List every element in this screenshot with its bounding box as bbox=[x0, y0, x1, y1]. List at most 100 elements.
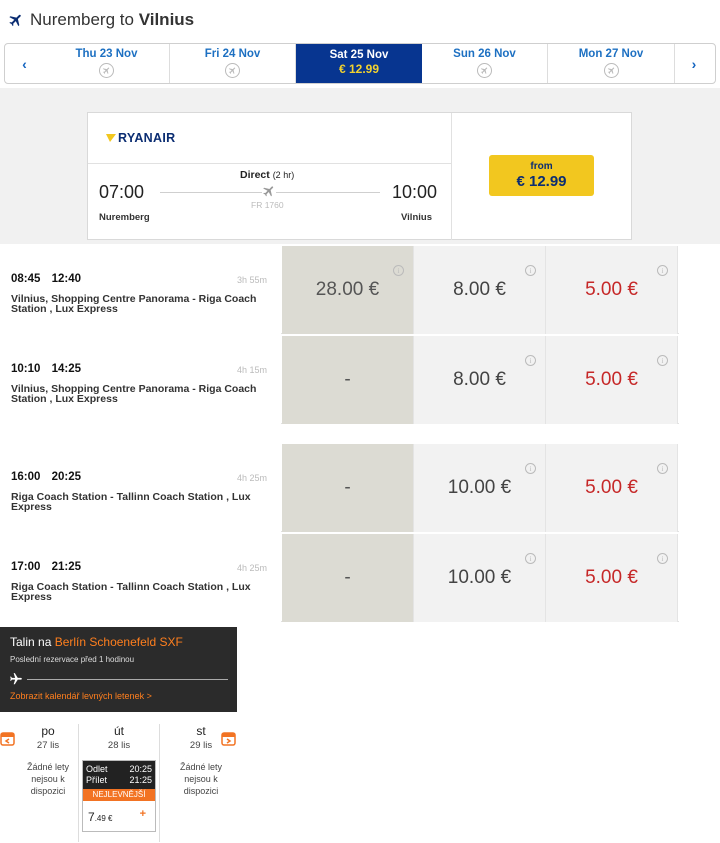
price-value: 5.00 € bbox=[585, 369, 638, 390]
promo-banner[interactable]: Talin na Berlín Schoenefeld SXF Poslední… bbox=[0, 627, 237, 712]
origin-city: Nuremberg bbox=[30, 10, 116, 29]
add-fare-icon[interactable]: + bbox=[140, 808, 146, 820]
info-icon[interactable]: i bbox=[525, 463, 536, 474]
no-flights-line: nejsou k bbox=[184, 774, 218, 784]
airplane-icon bbox=[9, 14, 21, 27]
trip-info: 16:00 20:25 4h 25m Riga Coach Station - … bbox=[0, 444, 281, 532]
date-tab-fri-24[interactable]: Fri 24 Nov bbox=[170, 44, 296, 83]
flight-price: € 12.99 bbox=[516, 173, 567, 190]
date-tab-label: Thu 23 Nov bbox=[75, 47, 138, 60]
trip-arrival: 21:25 bbox=[51, 561, 82, 573]
trip-duration: 3h 55m bbox=[237, 275, 268, 285]
price-cell[interactable]: - bbox=[282, 444, 414, 532]
next-date-button[interactable]: › bbox=[674, 44, 713, 83]
info-icon[interactable]: i bbox=[525, 355, 536, 366]
title-connector: to bbox=[119, 10, 134, 29]
trip-departure: 08:45 bbox=[11, 273, 41, 285]
date-tab-thu-23[interactable]: Thu 23 Nov bbox=[44, 44, 170, 83]
calendar-day-tue[interactable]: út 28 lis bbox=[82, 724, 156, 751]
flight-duration: (2 hr) bbox=[272, 170, 295, 180]
date-tab-label: Sat 25 Nov bbox=[329, 49, 389, 61]
no-flight-icon bbox=[603, 62, 619, 78]
no-flights-line: Žádné lety bbox=[26, 762, 70, 772]
price-cell[interactable]: - bbox=[282, 534, 414, 622]
price-cell[interactable]: 5.00 € i bbox=[546, 534, 678, 622]
prev-date-button[interactable]: ‹ bbox=[5, 44, 44, 83]
selected-fare-box[interactable]: Odlet 20:25 Přílet 21:25 NEJLEVNĚJŠÍ 7.49 … bbox=[82, 760, 156, 832]
fare-calendar: po 27 lis Žádné lety nejsou k dispozici … bbox=[0, 720, 240, 843]
promo-title: Talin na Berlín Schoenefeld SXF bbox=[10, 635, 183, 649]
no-flights-line: Žádné lety bbox=[179, 762, 223, 772]
trip-route: Riga Coach Station - Tallinn Coach Stati… bbox=[11, 491, 251, 513]
trip-route: Vilnius, Shopping Centre Panorama - Riga… bbox=[11, 293, 257, 315]
price-cell[interactable]: 8.00 € i bbox=[414, 246, 546, 334]
price-value: 5.00 € bbox=[585, 567, 638, 588]
trip-arrival: 20:25 bbox=[51, 471, 82, 483]
price-cell[interactable]: 8.00 € i bbox=[414, 336, 546, 424]
price-cell[interactable]: - bbox=[282, 336, 414, 424]
trip-duration: 4h 25m bbox=[237, 563, 268, 573]
direct-label: Direct bbox=[240, 169, 270, 181]
airline-name: RYANAIR bbox=[118, 131, 176, 145]
destination-city: Vilnius bbox=[138, 10, 195, 29]
trip-times: 08:45 12:40 bbox=[11, 273, 81, 285]
day-name: po bbox=[41, 724, 55, 738]
date-tab-mon-27[interactable]: Mon 27 Nov bbox=[548, 44, 674, 83]
calendar-next-icon[interactable] bbox=[221, 730, 236, 746]
trip-info: 10:10 14:25 4h 15m Vilnius, Shopping Cen… bbox=[0, 336, 281, 424]
table-row[interactable]: 10:10 14:25 4h 15m Vilnius, Shopping Cen… bbox=[0, 336, 679, 424]
airline-logo: RYANAIR bbox=[106, 131, 175, 145]
table-row[interactable]: 16:00 20:25 4h 25m Riga Coach Station - … bbox=[0, 444, 679, 532]
info-icon[interactable]: i bbox=[393, 265, 404, 276]
date-tab-sun-26[interactable]: Sun 26 Nov bbox=[422, 44, 548, 83]
page-title: Nuremberg to Vilnius bbox=[30, 10, 194, 30]
info-icon[interactable]: i bbox=[657, 265, 668, 276]
date-tab-label: Mon 27 Nov bbox=[578, 47, 644, 60]
price-value: 28.00 € bbox=[315, 279, 380, 300]
info-icon[interactable]: i bbox=[657, 355, 668, 366]
fare-price-decimal: .49 € bbox=[94, 814, 113, 823]
day-date: 28 lis bbox=[107, 740, 131, 751]
trip-times: 10:10 14:25 bbox=[11, 363, 81, 375]
page-header: Nuremberg to Vilnius bbox=[0, 0, 720, 40]
app-root: Nuremberg to Vilnius ‹ Thu 23 Nov Fri 24… bbox=[0, 0, 720, 843]
info-icon[interactable]: i bbox=[525, 265, 536, 276]
airplane-icon bbox=[262, 184, 276, 198]
promo-line bbox=[27, 679, 228, 680]
price-cell[interactable]: 5.00 € i bbox=[546, 246, 678, 334]
table-row[interactable]: 08:45 12:40 3h 55m Vilnius, Shopping Cen… bbox=[0, 246, 679, 334]
price-cell[interactable]: 5.00 € i bbox=[546, 336, 678, 424]
card-divider bbox=[88, 163, 451, 164]
table-row[interactable]: 17:00 21:25 4h 25m Riga Coach Station - … bbox=[0, 534, 679, 622]
price-value: 5.00 € bbox=[585, 477, 638, 498]
fare-price-main: 7 bbox=[88, 810, 95, 824]
fare-price: 7.49 € bbox=[88, 810, 112, 824]
flight-card[interactable]: RYANAIR Direct (2 hr) 07:00 10:00 FR 176… bbox=[87, 112, 632, 240]
trip-duration: 4h 15m bbox=[237, 365, 268, 375]
trip-departure: 16:00 bbox=[11, 471, 41, 483]
promo-subtitle: Poslední rezervace před 1 hodinou bbox=[10, 655, 135, 664]
no-flights-text: Žádné lety nejsou k dispozici bbox=[163, 761, 239, 797]
price-cell[interactable]: 28.00 € i bbox=[282, 246, 414, 334]
price-value: 5.00 € bbox=[585, 279, 638, 300]
trip-departure: 10:10 bbox=[11, 363, 41, 375]
calendar-day-mon[interactable]: po 27 lis Žádné lety nejsou k dispozici bbox=[13, 724, 83, 797]
info-icon[interactable]: i bbox=[657, 553, 668, 564]
date-selector: ‹ Thu 23 Nov Fri 24 Nov Sat 25 Nov € 12.… bbox=[4, 43, 716, 84]
card-divider-vertical bbox=[451, 113, 452, 240]
trip-arrival: 14:25 bbox=[51, 363, 82, 375]
cheap-flights-calendar-link[interactable]: Zobrazit kalendář levných letenek > bbox=[10, 691, 152, 701]
price-cell[interactable]: 5.00 € i bbox=[546, 444, 678, 532]
date-tab-price: € 12.99 bbox=[338, 62, 380, 76]
trip-duration: 4h 25m bbox=[237, 473, 268, 483]
info-icon[interactable]: i bbox=[525, 553, 536, 564]
harp-icon bbox=[106, 134, 116, 142]
price-cell[interactable]: 10.00 € i bbox=[414, 534, 546, 622]
trip-route: Riga Coach Station - Tallinn Coach Stati… bbox=[11, 581, 251, 603]
price-value: 8.00 € bbox=[453, 369, 506, 390]
info-icon[interactable]: i bbox=[657, 463, 668, 474]
date-tab-sat-25[interactable]: Sat 25 Nov € 12.99 bbox=[296, 44, 422, 83]
trip-route: Vilnius, Shopping Centre Panorama - Riga… bbox=[11, 383, 257, 405]
price-cell[interactable]: 10.00 € i bbox=[414, 444, 546, 532]
flight-price-button[interactable]: from € 12.99 bbox=[489, 155, 594, 196]
